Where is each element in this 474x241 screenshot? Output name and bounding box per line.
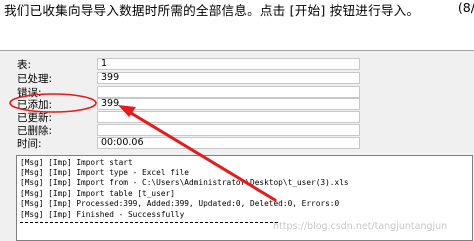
arrow-pointer-icon <box>118 105 277 202</box>
annotation-overlay <box>9 93 277 202</box>
highlight-ellipse-icon <box>9 93 97 113</box>
